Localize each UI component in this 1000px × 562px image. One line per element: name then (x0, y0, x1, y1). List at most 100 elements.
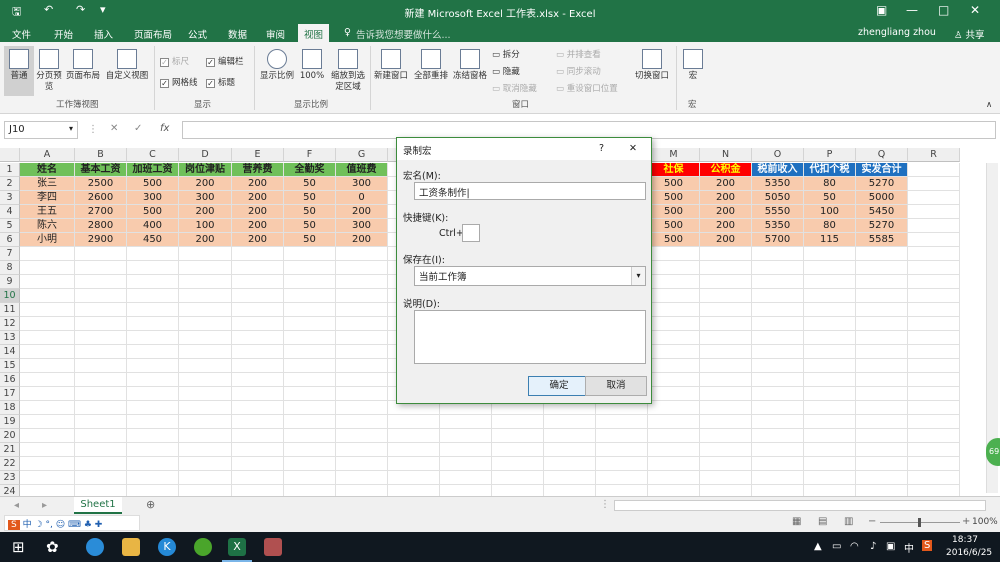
grid-cell[interactable] (596, 457, 648, 471)
normal-view-status-icon[interactable]: ▦ (792, 516, 801, 527)
table-header-cell[interactable]: 税前收入 (752, 163, 804, 177)
grid-cell[interactable] (388, 471, 440, 485)
grid-cell[interactable] (492, 471, 544, 485)
grid-cell[interactable] (752, 443, 804, 457)
row-header-17[interactable]: 17 (0, 387, 20, 401)
grid-cell[interactable] (544, 471, 596, 485)
grid-cell[interactable] (700, 443, 752, 457)
grid-cell[interactable] (752, 247, 804, 261)
grid-cell[interactable] (388, 457, 440, 471)
grid-cell[interactable] (856, 429, 908, 443)
zoom-level[interactable]: 100% (972, 517, 998, 527)
grid-cell[interactable] (700, 331, 752, 345)
tab-review[interactable]: 审阅 (266, 27, 285, 41)
table-cell[interactable]: 陈六 (20, 219, 75, 233)
table-header-cell[interactable]: 加班工资 (127, 163, 179, 177)
table-header-cell[interactable]: 姓名 (20, 163, 75, 177)
grid-cell[interactable] (440, 415, 492, 429)
grid-cell[interactable] (336, 261, 388, 275)
table-cell[interactable]: 2600 (75, 191, 127, 205)
grid-cell[interactable] (75, 331, 127, 345)
grid-cell[interactable] (75, 303, 127, 317)
grid-cell[interactable] (179, 247, 232, 261)
grid-cell[interactable] (908, 471, 960, 485)
table-cell[interactable]: 2700 (75, 205, 127, 219)
table-cell[interactable]: 5050 (752, 191, 804, 205)
task-view-icon[interactable]: ✿ (46, 538, 59, 556)
grid-cell[interactable] (648, 457, 700, 471)
grid-cell[interactable] (127, 373, 179, 387)
grid-cell[interactable] (908, 345, 960, 359)
grid-cell[interactable] (544, 415, 596, 429)
grid-cell[interactable] (336, 471, 388, 485)
table-cell[interactable]: 500 (127, 205, 179, 219)
grid-cell[interactable] (75, 415, 127, 429)
clock-date[interactable]: 2016/6/25 (946, 548, 992, 558)
grid-cell[interactable] (804, 275, 856, 289)
grid-cell[interactable] (284, 359, 336, 373)
grid-cell[interactable] (700, 317, 752, 331)
grid-cell[interactable] (75, 359, 127, 373)
grid-cell[interactable] (752, 345, 804, 359)
grid-cell[interactable] (127, 345, 179, 359)
table-header-cell[interactable]: 基本工资 (75, 163, 127, 177)
table-cell[interactable]: 2900 (75, 233, 127, 247)
table-cell[interactable]: 5550 (752, 205, 804, 219)
volume-icon[interactable]: ♪ (870, 541, 876, 552)
grid-cell[interactable] (700, 387, 752, 401)
page-layout-view-button[interactable]: 页面布局 (64, 46, 102, 96)
grid-cell[interactable] (856, 387, 908, 401)
grid-cell[interactable] (700, 457, 752, 471)
grid-cell[interactable] (232, 401, 284, 415)
grid-cell[interactable] (336, 345, 388, 359)
grid-cell[interactable] (804, 443, 856, 457)
column-header-e[interactable]: E (232, 148, 284, 162)
grid-cell[interactable] (648, 359, 700, 373)
split-button[interactable]: ▭ 拆分 (492, 48, 520, 60)
grid-cell[interactable] (856, 261, 908, 275)
dialog-close-icon[interactable]: ✕ (629, 143, 637, 154)
grid-cell[interactable] (648, 275, 700, 289)
grid-cell[interactable] (284, 345, 336, 359)
row-header-14[interactable]: 14 (0, 345, 20, 359)
edge-browser-icon[interactable] (86, 538, 104, 556)
grid-cell[interactable] (856, 345, 908, 359)
grid-cell[interactable] (20, 331, 75, 345)
row-header-22[interactable]: 22 (0, 457, 20, 471)
windows-start-icon[interactable]: ⊞ (12, 538, 25, 556)
grid-cell[interactable] (232, 359, 284, 373)
sync-scroll-button[interactable]: ▭ 同步滚动 (556, 65, 601, 77)
grid-cell[interactable] (700, 415, 752, 429)
table-header-cell[interactable]: 社保 (648, 163, 700, 177)
table-cell[interactable]: 400 (127, 219, 179, 233)
grid-cell[interactable] (336, 275, 388, 289)
grid-cell[interactable] (596, 429, 648, 443)
grid-cell[interactable] (648, 317, 700, 331)
freeze-panes-button[interactable]: 冻结窗格 (452, 46, 488, 96)
grid-cell[interactable] (804, 331, 856, 345)
arrange-all-button[interactable]: 全部重排 (412, 46, 450, 96)
table-header-cell[interactable]: 实发合计 (856, 163, 908, 177)
table-cell[interactable]: 450 (127, 233, 179, 247)
grid-cell[interactable] (908, 317, 960, 331)
table-cell[interactable]: 500 (127, 177, 179, 191)
row-header-13[interactable]: 13 (0, 331, 20, 345)
grid-cell[interactable] (127, 443, 179, 457)
table-cell[interactable]: 300 (336, 219, 388, 233)
grid-cell[interactable] (596, 471, 648, 485)
shortcut-key-input[interactable] (462, 224, 480, 242)
grid-cell[interactable] (284, 247, 336, 261)
grid-cell[interactable] (752, 303, 804, 317)
table-cell[interactable]: 2800 (75, 219, 127, 233)
row-header-8[interactable]: 8 (0, 261, 20, 275)
grid-cell[interactable] (700, 261, 752, 275)
table-cell[interactable]: 80 (804, 177, 856, 191)
grid-cell[interactable] (127, 317, 179, 331)
hide-button[interactable]: ▭ 隐藏 (492, 65, 520, 77)
grid-cell[interactable] (127, 401, 179, 415)
grid-cell[interactable] (20, 359, 75, 373)
grid-cell[interactable] (908, 457, 960, 471)
grid-cell[interactable] (700, 345, 752, 359)
grid-cell[interactable] (232, 443, 284, 457)
grid-cell[interactable] (75, 317, 127, 331)
